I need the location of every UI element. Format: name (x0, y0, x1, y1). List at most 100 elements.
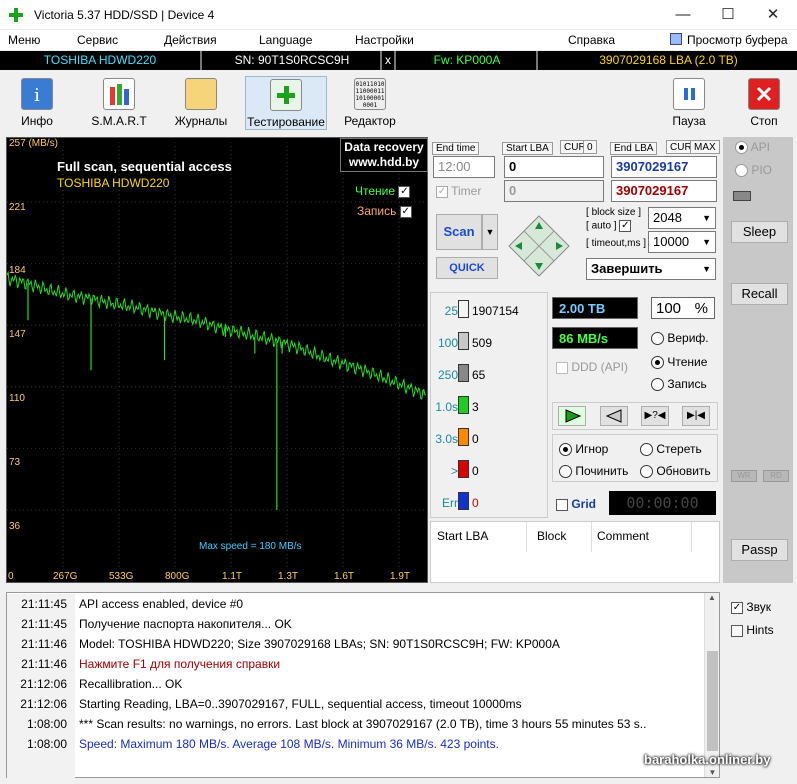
counter-label: 100 (437, 336, 458, 350)
log-row: 21:12:06 Starting Reading, LBA=0..3907029… (7, 694, 707, 714)
counter-value: 65 (472, 368, 486, 382)
menu-buffer[interactable]: Просмотр буфера (687, 33, 788, 47)
x-tick-label: 1.1T (222, 571, 243, 582)
x-tick-label: 1.9T (390, 571, 411, 582)
timer-input[interactable]: 0 (504, 180, 604, 202)
counter-label: 250 (437, 368, 458, 382)
mode-verify-radio[interactable]: Вериф. (651, 331, 709, 346)
pause-button[interactable]: Пауза (652, 76, 726, 130)
end-lba-input-2[interactable]: 3907029167 (611, 180, 717, 202)
menu-language[interactable]: Language (259, 33, 312, 47)
logs-button[interactable]: Журналы (164, 76, 238, 130)
log-scroll-thumb[interactable] (707, 651, 718, 751)
col-comment[interactable]: Comment (597, 529, 649, 543)
legend-read-checkbox[interactable]: ✓ (398, 185, 411, 198)
counter-value: 0 (472, 496, 479, 510)
recall-button[interactable]: Recall (731, 283, 788, 305)
play-backward-icon[interactable] (600, 406, 628, 426)
counter-row: 100 509 (430, 332, 548, 352)
app-plus-icon (8, 7, 24, 23)
start-lba-zero-button[interactable]: 0 (583, 140, 597, 154)
legend-read[interactable]: Чтение ✓ (355, 184, 411, 198)
hints-toggle[interactable]: Hints (731, 623, 774, 637)
scan-dropdown-icon[interactable]: ▼ (482, 214, 498, 250)
action-refresh-radio[interactable]: Обновить (640, 464, 711, 479)
counter-color-block (458, 364, 469, 382)
logs-folder-icon (185, 78, 217, 110)
counter-color-block (458, 428, 469, 446)
menu-actions[interactable]: Действия (164, 33, 217, 47)
pio-radio[interactable]: PIO (735, 163, 772, 178)
x-tick-label: 267G (53, 571, 78, 582)
device-lba: 3907029168 LBA (2.0 TB) (599, 53, 738, 67)
svg-text:i: i (34, 85, 40, 106)
y-tick-label: 110 (9, 393, 25, 404)
editor-button[interactable]: 01011010 11000011 10100001 0001 Редактор (333, 76, 407, 130)
finish-action-select[interactable]: Завершить ▼ (586, 258, 716, 280)
y-tick-label: 36 (9, 521, 21, 532)
log-row: 1:08:00 Speed: Maximum 180 MB/s. Average … (7, 734, 707, 754)
scan-button[interactable]: Scan (436, 214, 482, 250)
timeout-select[interactable]: 10000 ▼ (648, 231, 716, 253)
scan-size-display: 2.00 TB (552, 297, 638, 319)
log-row: 21:12:06 Recallibration... OK (7, 674, 707, 694)
smart-flasks-icon (103, 78, 135, 110)
grid-toggle[interactable]: Grid (556, 497, 596, 511)
auto-label[interactable]: [ auto ] ✓ (586, 220, 632, 232)
block-size-select[interactable]: 2048 ▼ (648, 207, 716, 229)
sound-toggle[interactable]: ✓ Звук (731, 600, 771, 614)
log-message: Model: TOSHIBA HDWD220; Size 3907029168 … (79, 637, 560, 651)
mode-read-radio[interactable]: Чтение (651, 355, 707, 370)
stop-button[interactable]: Стоп (727, 76, 797, 130)
maximize-button[interactable]: ☐ (705, 0, 751, 30)
play-forward-icon[interactable] (558, 406, 586, 426)
quick-button[interactable]: QUICK (436, 257, 498, 279)
col-block[interactable]: Block (537, 529, 566, 543)
action-erase-radio[interactable]: Стереть (640, 442, 702, 457)
x-tick-label: 1.6T (334, 571, 355, 582)
sleep-button[interactable]: Sleep (731, 221, 788, 243)
close-button[interactable]: ✕ (750, 0, 796, 30)
menu-service[interactable]: Сервис (77, 33, 118, 47)
col-start-lba[interactable]: Start LBA (437, 529, 488, 543)
passp-button[interactable]: Passp (731, 539, 788, 561)
menu-help[interactable]: Справка (568, 33, 615, 47)
action-ignore-radio[interactable]: Игнор (559, 442, 608, 457)
legend-write-checkbox[interactable]: ✓ (399, 205, 412, 218)
y-axis-unit: 257 (MB/s) (9, 138, 58, 149)
info-button[interactable]: i Инфо (0, 76, 74, 130)
end-lba-max-button[interactable]: MAX (690, 140, 720, 154)
end-time-input[interactable]: 12:00 (433, 156, 495, 178)
graph-title: Full scan, sequential access (57, 159, 232, 174)
log-message: *** Scan results: no warnings, no errors… (79, 717, 647, 731)
log-scrollbar[interactable]: ▲ ▼ (704, 593, 719, 777)
serial-copy-mark[interactable]: x (382, 51, 396, 70)
minimize-button[interactable]: — (660, 0, 706, 30)
menu-settings[interactable]: Настройки (355, 33, 414, 47)
legend-write[interactable]: Запись ✓ (357, 204, 412, 218)
mode-write-radio[interactable]: Запись (651, 377, 707, 392)
x-tick-label: 533G (109, 571, 134, 582)
api-radio[interactable]: API (735, 140, 770, 155)
smart-button[interactable]: S.M.A.R.T (82, 76, 156, 130)
testing-button[interactable]: Тестирование (245, 76, 327, 130)
direction-pad[interactable] (507, 214, 571, 278)
toolbar: i Инфо S.M.A.R.T Журналы Тестирование 010… (0, 72, 797, 134)
counter-value: 3 (472, 400, 479, 414)
counter-value: 0 (472, 464, 479, 478)
action-repair-radio[interactable]: Починить (559, 464, 628, 479)
seek-unknown-icon[interactable]: ▶?◀ (641, 406, 669, 426)
log-message: Starting Reading, LBA=0..3907029167, FUL… (79, 697, 522, 711)
start-lba-input[interactable]: 0 (504, 156, 604, 178)
counter-label: 3.0s (435, 432, 458, 446)
seek-end-icon[interactable]: ▶|◀ (682, 406, 710, 426)
y-tick-label: 221 (9, 202, 26, 213)
log-time: 21:11:45 (7, 614, 75, 634)
timer-toggle[interactable]: ✓ Timer (436, 184, 481, 198)
end-lba-input[interactable]: 3907029167 (611, 156, 717, 178)
log-message: Получение паспорта накопителя... OK (79, 617, 292, 631)
menu-main[interactable]: Меню (8, 33, 40, 47)
col-divider (591, 522, 592, 552)
device-serial: SN: 90T1S0RCSC9H (204, 51, 382, 70)
ddd-api-toggle[interactable]: DDD (API) (556, 360, 628, 374)
